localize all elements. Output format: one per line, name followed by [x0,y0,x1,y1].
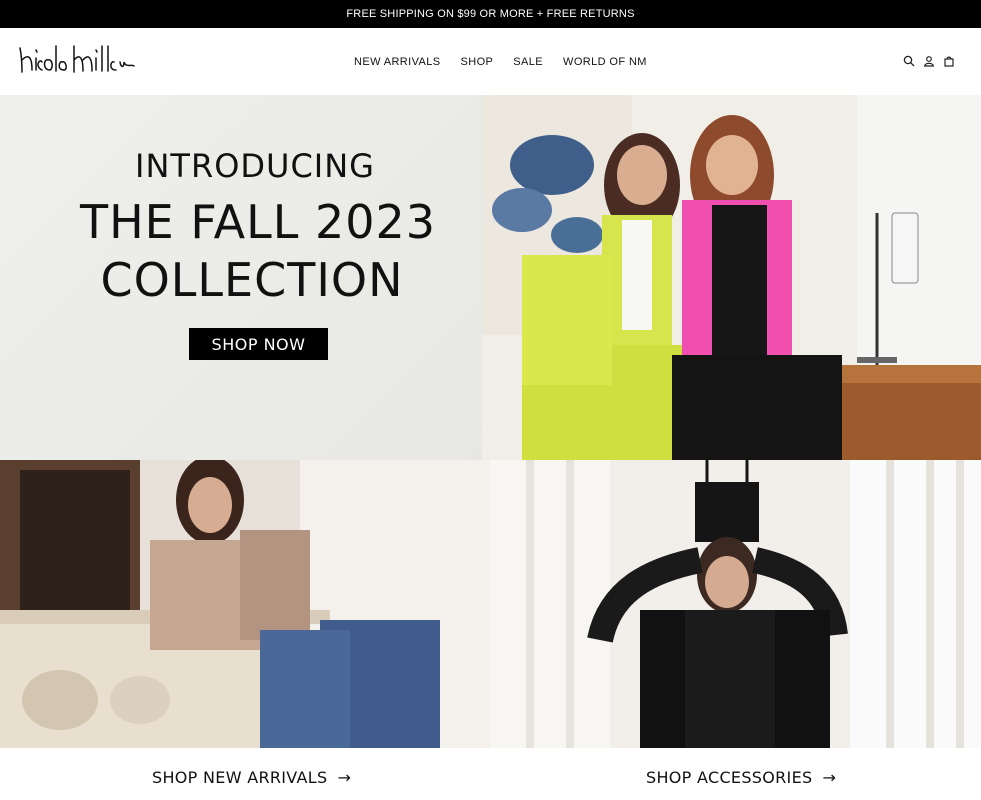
brand-logo[interactable] [16,40,136,80]
hero-heading-line1: INTRODUCING [135,147,375,185]
nav-sale[interactable]: SALE [513,56,543,68]
account-icon[interactable] [923,54,935,67]
nav-world-of-nm[interactable]: WORLD OF NM [563,56,647,68]
hero-banner: INTRODUCING THE FALL 2023 COLLECTION SHO… [0,95,981,460]
search-icon[interactable] [903,54,915,67]
new-arrivals-image[interactable] [0,460,490,748]
cta-label: SHOP NEW ARRIVALS [152,768,328,787]
hero-heading-line2: THE FALL 2023 [79,195,437,249]
nav-shop[interactable]: SHOP [461,56,494,68]
accessories-image[interactable] [490,460,981,748]
bag-icon[interactable] [943,54,955,67]
shop-new-arrivals-link[interactable]: SHOP NEW ARRIVALS → [152,768,351,787]
main-nav: NEW ARRIVALS SHOP SALE WORLD OF NM [354,28,647,95]
arrow-right-icon: → [822,768,837,787]
shop-accessories-link[interactable]: SHOP ACCESSORIES → [646,768,836,787]
cta-label: SHOP ACCESSORIES [646,768,813,787]
promo-bar: FREE SHIPPING ON $99 OR MORE + FREE RETU… [0,0,981,28]
category-links: SHOP NEW ARRIVALS → SHOP ACCESSORIES → [0,748,981,800]
hero-image[interactable] [482,95,981,460]
hero-heading-line3: COLLECTION [100,253,404,307]
arrow-right-icon: → [337,768,352,787]
promo-text: FREE SHIPPING ON $99 OR MORE + FREE RETU… [346,8,635,20]
header-icons [903,54,955,67]
site-header: NEW ARRIVALS SHOP SALE WORLD OF NM [0,28,981,95]
shop-now-button[interactable]: SHOP NOW [189,328,328,360]
nav-new-arrivals[interactable]: NEW ARRIVALS [354,56,441,68]
